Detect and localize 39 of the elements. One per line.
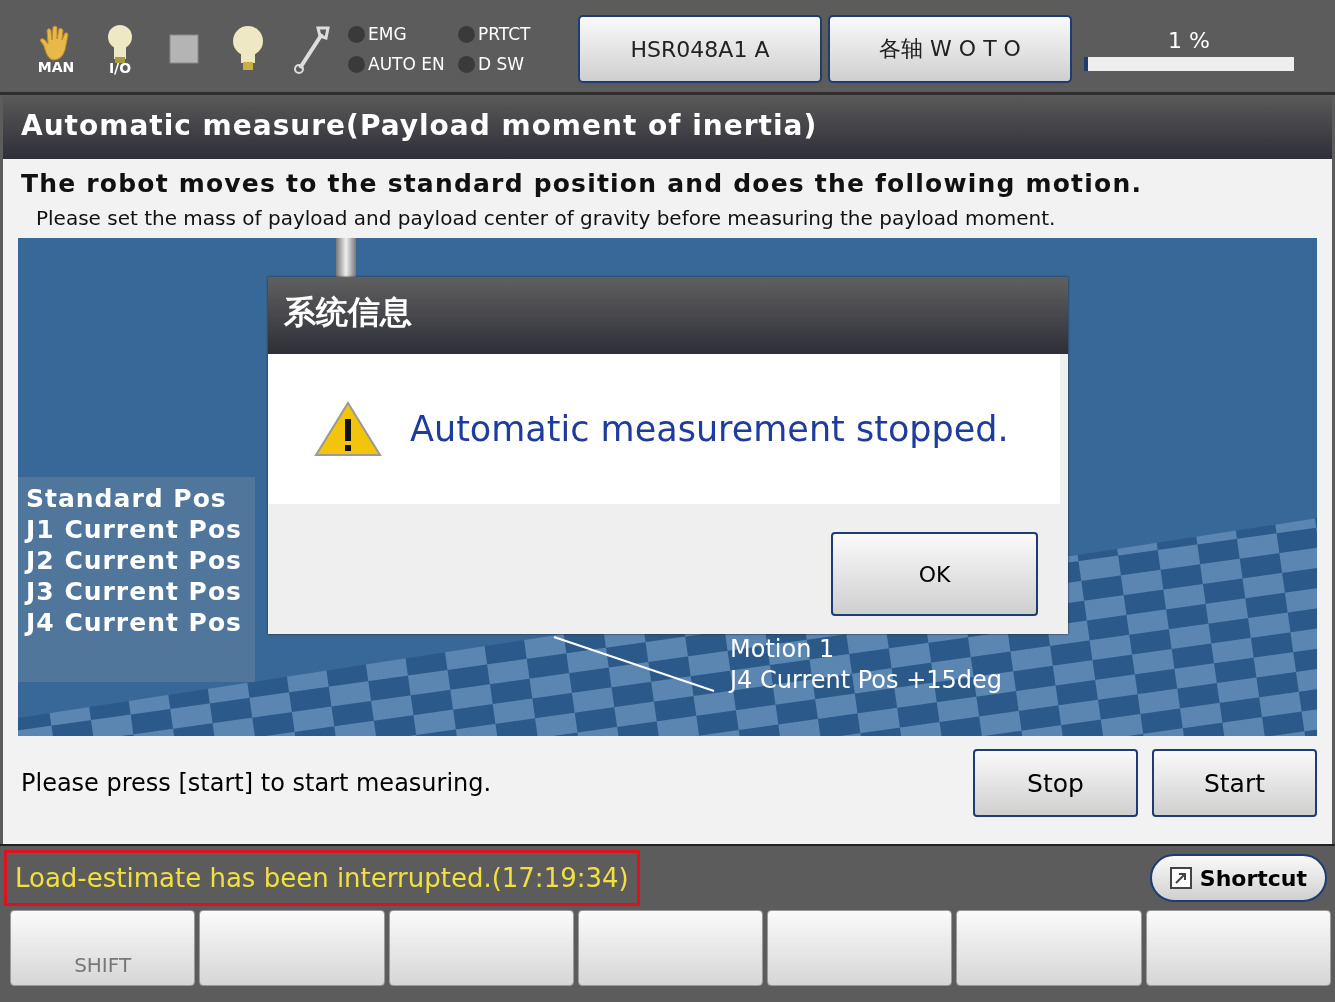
indicator-label: EMG [368,24,407,44]
shortcut-icon [1169,867,1192,889]
motion-step-label: J3 Current Pos [26,576,243,607]
motion-step-label: Standard Pos [26,483,228,514]
light-bulb-icon[interactable] [105,22,135,65]
action-button[interactable]: Stop [973,749,1138,817]
function-key[interactable] [956,910,1142,986]
square-icon[interactable] [169,34,199,64]
light-bulb-icon[interactable] [232,25,264,73]
motion-step-label: J4 Current Pos [26,607,243,638]
motion-step-label: J1 Current Pos [26,514,243,545]
wrench-icon[interactable] [292,24,332,74]
mode-button[interactable]: 各轴 W O T O [828,15,1072,83]
robot-button[interactable]: HSR048A1 A [578,15,822,83]
function-key[interactable] [199,910,385,986]
motion-step-label: J2 Current Pos [26,545,243,576]
warning-icon [314,401,382,457]
icon-label: I/O [108,60,132,76]
function-key[interactable] [767,910,953,986]
indicator-label: D SW [478,54,525,74]
motion-label: Motion 1 [730,634,836,665]
function-key[interactable] [388,910,574,986]
motion-label: J4 Current Pos +15deg [730,665,1003,696]
indicator-label: AUTO EN [368,54,445,74]
speed-readout: 1 % [1168,27,1210,53]
status-message: Load-estimate has been interrupted.(17:19:34) [4,850,640,906]
screen-title: Automatic measure(Payload moment of inertia) [3,95,1332,159]
function-key[interactable] [1145,910,1331,986]
instruction-heading: The robot moves to the standard position and does the following motion. [21,169,1144,198]
instruction-note: Please set the mass of payload and payload center of gravity before measuring the payload moment. [36,206,1057,230]
ok-button[interactable]: OK [831,532,1038,616]
dialog-title: 系统信息 [268,277,1068,354]
dialog-message: Automatic measurement stopped. [410,409,1009,449]
prompt-text: Please press [start] to start measuring. [21,769,493,797]
function-key[interactable] [577,910,764,986]
shortcut-button[interactable]: Shortcut [1149,854,1327,902]
action-button[interactable]: Start [1152,749,1317,817]
indicator-label: PRTCT [478,24,531,44]
icon-label: MAN [37,59,75,75]
